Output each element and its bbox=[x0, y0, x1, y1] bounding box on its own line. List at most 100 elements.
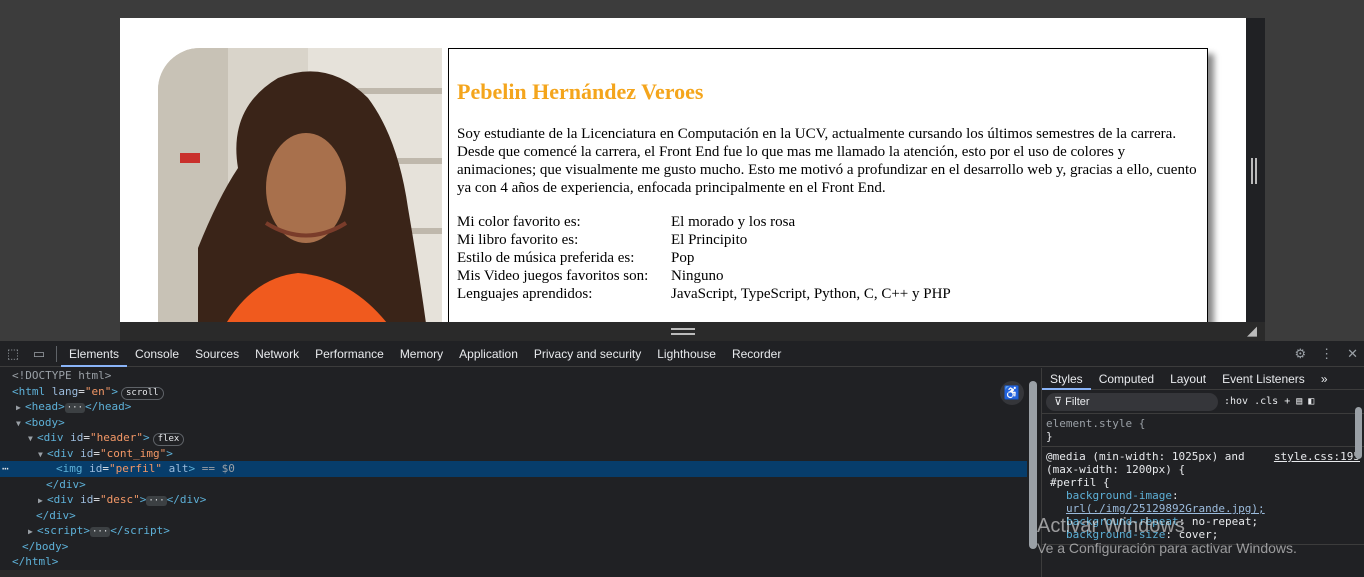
tree-row[interactable]: </html> bbox=[0, 554, 1027, 570]
tree-row[interactable]: <!DOCTYPE html> bbox=[0, 368, 1027, 384]
tree-row[interactable]: <html lang="en"> scroll bbox=[0, 384, 1027, 400]
tab-layout[interactable]: Layout bbox=[1162, 368, 1214, 390]
tag-name: div bbox=[179, 493, 200, 506]
collapsed-ellipsis[interactable]: ··· bbox=[146, 496, 167, 506]
device-toolbar-icon[interactable]: ▭ bbox=[26, 341, 52, 367]
watermark-subtitle: Ve a Configuración para activar Windows. bbox=[1037, 540, 1297, 556]
attr-name: id bbox=[80, 493, 94, 506]
tab-lighthouse[interactable]: Lighthouse bbox=[649, 341, 724, 367]
collapse-arrow-icon[interactable]: ▼ bbox=[16, 416, 25, 432]
close-icon[interactable]: ✕ bbox=[1347, 346, 1358, 362]
corner-resize-icon[interactable]: ◢ bbox=[1247, 324, 1257, 339]
scroll-badge[interactable]: scroll bbox=[121, 386, 164, 400]
tag-name: html bbox=[18, 384, 46, 398]
profile-photo bbox=[158, 48, 442, 322]
tree-row[interactable]: </div> bbox=[0, 508, 1027, 524]
favorite-value: El Principito bbox=[671, 232, 748, 248]
accessibility-tree-icon[interactable]: ♿ bbox=[1000, 381, 1024, 405]
close-brace: } bbox=[1046, 430, 1053, 443]
tab-memory[interactable]: Memory bbox=[392, 341, 451, 367]
more-tabs-icon[interactable]: » bbox=[1313, 368, 1336, 390]
attr-name: id bbox=[70, 431, 84, 444]
filter-row: ⊽ Filter :hov .cls + ▤ ◧ bbox=[1042, 390, 1364, 414]
favorite-row: Mis Video juegos favoritos son: Ninguno bbox=[457, 267, 1199, 285]
rule-selector[interactable]: #perfil { bbox=[1046, 476, 1360, 489]
hover-state-button[interactable]: :hov bbox=[1224, 396, 1248, 407]
tab-privacy-and-security[interactable]: Privacy and security bbox=[526, 341, 649, 367]
expand-arrow-icon[interactable]: ▶ bbox=[38, 493, 47, 509]
tab-performance[interactable]: Performance bbox=[307, 341, 392, 367]
favorite-key: Lenguajes aprendidos: bbox=[457, 286, 593, 302]
inspect-element-icon[interactable]: ⬚ bbox=[0, 341, 26, 367]
favorite-row: Lenguajes aprendidos: JavaScript, TypeSc… bbox=[457, 285, 1199, 303]
tab-application[interactable]: Application bbox=[451, 341, 526, 367]
tag-name: head bbox=[98, 400, 125, 413]
tab-event-listeners[interactable]: Event Listeners bbox=[1214, 368, 1313, 390]
description-box: Pebelin Hernández Veroes Soy estudiante … bbox=[448, 48, 1208, 322]
expand-arrow-icon[interactable]: ▶ bbox=[16, 400, 25, 416]
tree-row-selected[interactable]: ⋯ <img id="perfil" alt> == $0 bbox=[0, 461, 1027, 477]
source-link[interactable]: style.css:195 bbox=[1274, 450, 1360, 463]
tab-network[interactable]: Network bbox=[247, 341, 307, 367]
tab-styles[interactable]: Styles bbox=[1042, 368, 1091, 390]
elements-scrollbar[interactable] bbox=[1029, 381, 1037, 549]
element-style-selector[interactable]: element.style { bbox=[1046, 417, 1360, 430]
tree-row[interactable]: ▼ <body> bbox=[0, 415, 1027, 431]
tag-name: body bbox=[35, 539, 62, 553]
favorites-list: Mi color favorito es: El morado y los ro… bbox=[457, 213, 1199, 303]
expand-arrow-icon[interactable]: ▶ bbox=[28, 524, 37, 540]
collapsed-ellipsis[interactable]: ··· bbox=[64, 403, 86, 413]
devtools-actions: ⚙ ⋮ ✕ bbox=[1294, 341, 1358, 367]
class-toggle-button[interactable]: .cls bbox=[1254, 396, 1278, 407]
attr-value: "desc" bbox=[100, 493, 140, 506]
tab-recorder[interactable]: Recorder bbox=[724, 341, 789, 367]
collapse-arrow-icon[interactable]: ▼ bbox=[28, 431, 37, 447]
tag-name: script bbox=[123, 524, 164, 537]
tree-row[interactable]: ▼ <div id="cont_img"> bbox=[0, 446, 1027, 462]
tab-console[interactable]: Console bbox=[127, 341, 187, 367]
tag-name: div bbox=[53, 446, 74, 460]
favorite-key: Mi libro favorito es: bbox=[457, 232, 579, 248]
element-style-rule: element.style { } bbox=[1042, 414, 1364, 447]
tab-sources[interactable]: Sources bbox=[187, 341, 247, 367]
css-declaration[interactable]: background-image: url(./img/25129892Gran… bbox=[1046, 489, 1360, 515]
styles-scrollbar[interactable] bbox=[1355, 407, 1362, 459]
favorite-key: Mi color favorito es: bbox=[457, 214, 581, 230]
settings-gear-icon[interactable]: ⚙ bbox=[1294, 346, 1306, 362]
favorite-row: Mi libro favorito es: El Principito bbox=[457, 231, 1199, 249]
flex-badge[interactable]: flex bbox=[152, 433, 185, 446]
bottom-resize-handle[interactable] bbox=[671, 328, 695, 335]
tree-row[interactable]: </body> bbox=[0, 539, 1027, 555]
tab-computed[interactable]: Computed bbox=[1091, 368, 1162, 390]
attr-name: lang bbox=[51, 384, 79, 398]
attr-value: "perfil" bbox=[109, 462, 162, 475]
paint-icon[interactable]: ▤ bbox=[1296, 396, 1302, 407]
side-resize-handle[interactable] bbox=[1251, 158, 1257, 184]
row-actions-icon[interactable]: ⋯ bbox=[2, 461, 9, 477]
tree-row[interactable]: ▼ <div id="header"> flex bbox=[0, 430, 1027, 446]
tree-row[interactable]: ▶ <script> ··· </script> bbox=[0, 523, 1027, 539]
attr-value: "header" bbox=[90, 431, 143, 444]
tag-name: div bbox=[53, 493, 74, 506]
add-rule-icon[interactable]: + bbox=[1284, 396, 1290, 407]
tag-name: div bbox=[59, 477, 80, 491]
attr-value: "en" bbox=[84, 384, 112, 398]
tree-row[interactable]: </div> bbox=[0, 477, 1027, 493]
bio-paragraph: Soy estudiante de la Licenciatura en Com… bbox=[457, 126, 1197, 196]
filter-input[interactable]: ⊽ Filter bbox=[1046, 392, 1218, 411]
collapsed-ellipsis[interactable]: ··· bbox=[90, 527, 111, 537]
tree-row[interactable]: ▶ <div id="desc"> ··· </div> bbox=[0, 492, 1027, 508]
tag-name: div bbox=[49, 508, 70, 522]
attr-name: id bbox=[80, 446, 94, 460]
attr-name: alt bbox=[168, 462, 189, 475]
tab-elements[interactable]: Elements bbox=[61, 341, 128, 367]
tree-row[interactable]: ▶ <head> ··· </head> bbox=[0, 399, 1027, 415]
more-options-icon[interactable]: ⋮ bbox=[1320, 346, 1333, 362]
breadcrumb bbox=[0, 570, 280, 577]
toggle-sidebar-icon[interactable]: ◧ bbox=[1308, 396, 1314, 407]
favorite-value: El morado y los rosa bbox=[671, 214, 796, 230]
collapse-arrow-icon[interactable]: ▼ bbox=[38, 447, 47, 463]
browser-viewport: Pebelin Hernández Veroes Soy estudiante … bbox=[0, 0, 1364, 341]
tag-name: html bbox=[25, 555, 52, 568]
web-page: Pebelin Hernández Veroes Soy estudiante … bbox=[120, 18, 1246, 322]
